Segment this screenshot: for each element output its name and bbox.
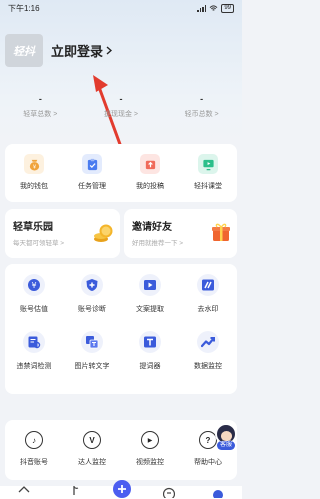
monitor-label: 视频监控 (136, 459, 164, 466)
trend-icon (197, 331, 219, 353)
tool-forbidden-word-check[interactable]: 违禁词检测 (5, 331, 63, 388)
monitor-item-influencer[interactable]: V 达人监控 (63, 431, 121, 480)
tool-data-monitor[interactable]: 数据监控 (179, 331, 237, 388)
diagnosis-icon (81, 274, 103, 296)
add-button[interactable] (113, 480, 131, 498)
tool-account-diagnosis[interactable]: 账号诊断 (63, 274, 121, 331)
tab-home[interactable] (16, 486, 32, 499)
quick-item-classroom[interactable]: 轻抖课堂 (179, 154, 237, 202)
svg-text:¥: ¥ (32, 164, 36, 170)
monitor-label: 达人监控 (78, 459, 106, 466)
teleprompter-icon (139, 331, 161, 353)
quick-label: 任务管理 (78, 183, 106, 190)
status-time: 下午1:16 (8, 3, 40, 13)
quick-label: 我的钱包 (20, 183, 48, 190)
quick-label: 轻抖课堂 (194, 183, 222, 190)
task-icon (82, 154, 102, 174)
login-button[interactable]: 立即登录 (51, 41, 113, 60)
profile-icon (212, 490, 223, 498)
video-extract-icon (139, 274, 161, 296)
stat-label: 提现现金 > (103, 111, 138, 118)
tiktok-icon: ♪ (25, 431, 43, 449)
promo-card-grass-park[interactable]: 轻草乐园 每天都可领轻草 > (5, 209, 120, 258)
customer-service-label: 客服 (216, 441, 235, 450)
forbidden-word-icon (23, 331, 45, 353)
tab-music[interactable] (65, 486, 81, 499)
svg-text:¥: ¥ (31, 281, 36, 290)
tool-copy-extract[interactable]: 文案提取 (121, 274, 179, 331)
quick-menu-card: ¥ 我的钱包 任务管理 我的投稿 轻抖课堂 (5, 144, 237, 202)
stat-label: 轻草总数 > (23, 111, 58, 118)
upload-icon (140, 154, 160, 174)
monitor-label: 帮助中心 (194, 459, 222, 466)
profile-header[interactable]: 轻抖 立即登录 (5, 34, 113, 67)
tool-label: 文案提取 (136, 306, 164, 313)
signal-icon (197, 4, 207, 12)
wallet-icon: ¥ (24, 154, 44, 174)
wifi-icon (209, 4, 218, 11)
monitor-menu-card: ♪ 抖音账号 V 达人监控 ▶ 视频监控 ? 帮助中心 (5, 420, 237, 480)
monitor-item-video[interactable]: ▶ 视频监控 (121, 431, 179, 480)
quick-item-wallet[interactable]: ¥ 我的钱包 (5, 154, 63, 202)
stat-coins[interactable]: - 轻币总数 > (162, 94, 242, 119)
stat-value: - (119, 94, 123, 104)
quick-item-submissions[interactable]: 我的投稿 (121, 154, 179, 202)
chevron-right-icon (106, 46, 113, 55)
coin-stack-icon (94, 224, 113, 242)
tools-grid: ¥ 账号估值 账号诊断 文案提取 去水印 违禁词检测 图片转文字 提词器 数据监… (5, 264, 237, 394)
monitor-label: 抖音账号 (20, 459, 48, 466)
tool-remove-watermark[interactable]: 去水印 (179, 274, 237, 331)
message-icon (163, 487, 176, 498)
customer-service-button[interactable]: 客服 (211, 423, 241, 451)
image-to-text-icon (81, 331, 103, 353)
stat-value: - (200, 94, 204, 104)
music-icon (72, 486, 78, 495)
tool-label: 违禁词检测 (16, 363, 52, 370)
play-icon: ▶ (141, 431, 159, 449)
quick-item-tasks[interactable]: 任务管理 (63, 154, 121, 202)
tool-label: 账号估值 (20, 306, 48, 313)
stat-cash[interactable]: - 提现现金 > (81, 94, 161, 119)
tool-label: 数据监控 (194, 363, 222, 370)
stat-value: - (38, 94, 42, 104)
tool-label: 账号诊断 (78, 306, 106, 313)
tab-messages[interactable] (161, 486, 177, 499)
monitor-item-douyin-account[interactable]: ♪ 抖音账号 (5, 431, 63, 480)
stat-qingcao[interactable]: - 轻草总数 > (0, 94, 80, 119)
gift-icon (212, 223, 230, 241)
valuation-icon: ¥ (23, 274, 45, 296)
home-icon (18, 486, 30, 493)
status-indicators: 99 (197, 3, 234, 13)
tool-image-to-text[interactable]: 图片转文字 (63, 331, 121, 388)
login-label: 立即登录 (51, 44, 104, 59)
app-logo: 轻抖 (5, 34, 43, 67)
plus-icon (118, 485, 126, 493)
stats-row: - 轻草总数 > - 提现现金 > - 轻币总数 > (0, 94, 242, 119)
status-bar: 下午1:16 99 (0, 0, 242, 16)
quick-label: 我的投稿 (136, 183, 164, 190)
classroom-icon (198, 154, 218, 174)
promo-card-invite[interactable]: 邀请好友 好用就推荐一下 > (124, 209, 237, 258)
influencer-icon: V (83, 431, 101, 449)
battery-icon: 99 (221, 3, 234, 13)
tool-label: 去水印 (197, 306, 219, 313)
tool-teleprompter[interactable]: 提词器 (121, 331, 179, 388)
tab-profile[interactable] (210, 486, 226, 499)
tool-account-valuation[interactable]: ¥ 账号估值 (5, 274, 63, 331)
tool-label: 提词器 (139, 363, 161, 370)
stat-label: 轻币总数 > (184, 111, 219, 118)
tool-label: 图片转文字 (74, 363, 110, 370)
watermark-icon (197, 274, 219, 296)
